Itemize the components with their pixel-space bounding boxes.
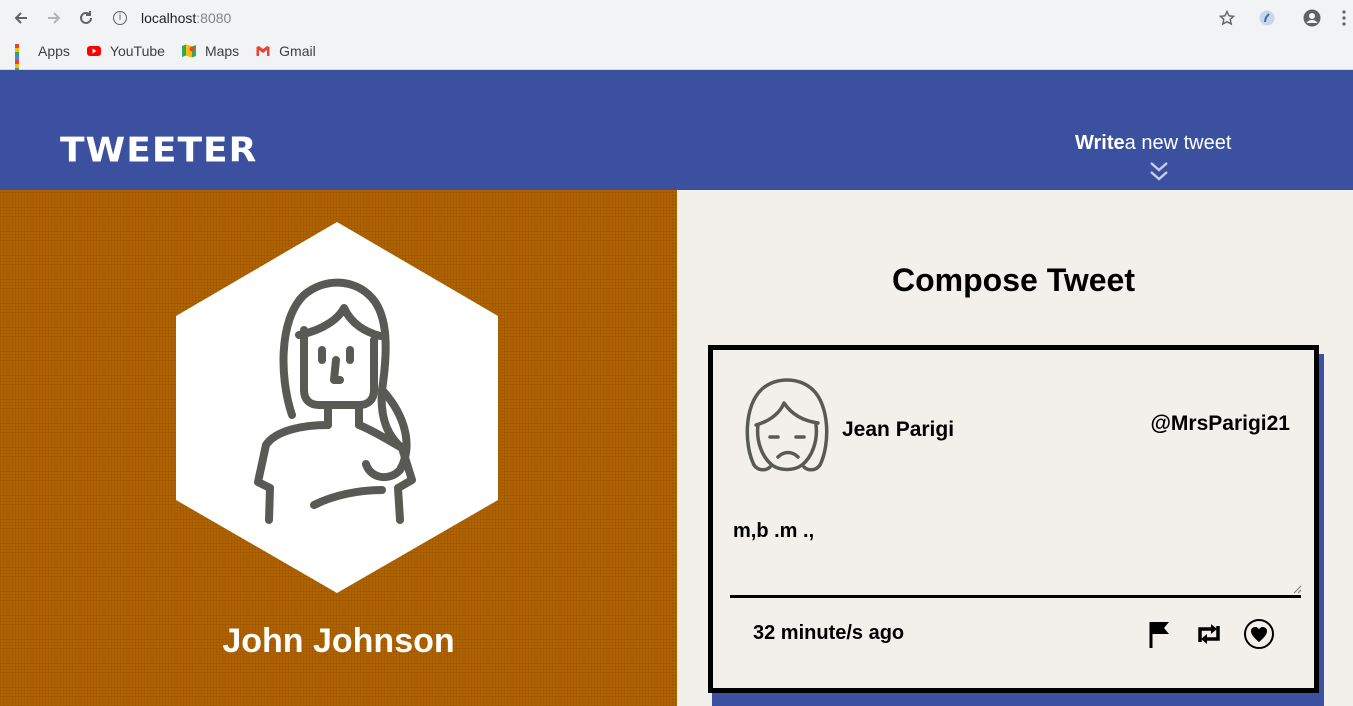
browser-chrome: i localhost:8080 Apps YouTube Maps Gmai…: [0, 0, 1353, 80]
site-header: Tweeter Writea new tweet: [0, 70, 1353, 190]
forward-icon[interactable]: [43, 8, 65, 28]
bookmark-label: Maps: [204, 43, 240, 59]
retweet-icon[interactable]: [1193, 618, 1225, 650]
gmail-icon: [255, 43, 271, 59]
profile-avatar-hexagon: [176, 222, 498, 593]
bookmark-label: Apps: [38, 43, 70, 59]
write-rest-label: a new tweet: [1124, 132, 1232, 154]
flag-icon[interactable]: [1145, 618, 1177, 650]
bookmark-gmail[interactable]: Gmail: [255, 43, 316, 59]
back-icon[interactable]: [10, 8, 32, 28]
write-bold-label: Write: [1075, 132, 1125, 154]
tweet-card: Jean Parigi @MrsParigi21 m,b .m ., 32 mi…: [708, 345, 1319, 693]
bookmarks-bar: Apps YouTube Maps Gmail: [0, 38, 318, 80]
account-icon[interactable]: [1302, 8, 1322, 28]
bookmark-star-icon[interactable]: [1217, 8, 1237, 28]
maps-icon: [181, 43, 197, 59]
tweet-text-input[interactable]: m,b .m .,: [733, 520, 1303, 600]
reload-icon[interactable]: [75, 8, 97, 28]
url-host: localhost: [141, 10, 197, 26]
url-port: :8080: [196, 10, 232, 26]
like-heart-icon[interactable]: [1243, 618, 1275, 650]
profile-panel: John Johnson: [0, 190, 677, 706]
site-logo[interactable]: Tweeter: [60, 131, 257, 170]
youtube-icon: [86, 43, 102, 59]
site-info-icon[interactable]: i: [113, 11, 127, 25]
bookmark-apps[interactable]: Apps: [14, 43, 70, 80]
profile-name: John Johnson: [222, 622, 455, 660]
bookmark-youtube[interactable]: YouTube: [86, 43, 165, 59]
compose-title: Compose Tweet: [892, 262, 1135, 298]
tweet-timestamp: 32 minute/s ago: [753, 622, 905, 644]
apps-grid-icon: [14, 43, 30, 80]
tweet-divider: [730, 595, 1301, 598]
address-bar[interactable]: i localhost:8080: [113, 8, 231, 28]
bookmark-maps[interactable]: Maps: [181, 43, 239, 59]
resize-grip-icon[interactable]: [1292, 584, 1302, 594]
double-chevron-down-icon[interactable]: [1149, 160, 1169, 184]
extension-icon[interactable]: [1257, 8, 1277, 28]
bookmark-label: YouTube: [109, 43, 165, 59]
tweet-author-handle: @MrsParigi21: [1150, 412, 1290, 435]
address-row: i localhost:8080: [0, 0, 1353, 36]
bookmark-label: Gmail: [279, 43, 316, 59]
compose-panel: Compose Tweet Jean Parigi @MrsParigi21 m…: [677, 190, 1353, 706]
tweet-avatar-icon: [745, 378, 829, 472]
menu-kebab-icon[interactable]: [1334, 8, 1353, 28]
write-new-tweet-link[interactable]: Writea new tweet: [1075, 132, 1231, 155]
tweet-author-name: Jean Parigi: [842, 418, 955, 441]
